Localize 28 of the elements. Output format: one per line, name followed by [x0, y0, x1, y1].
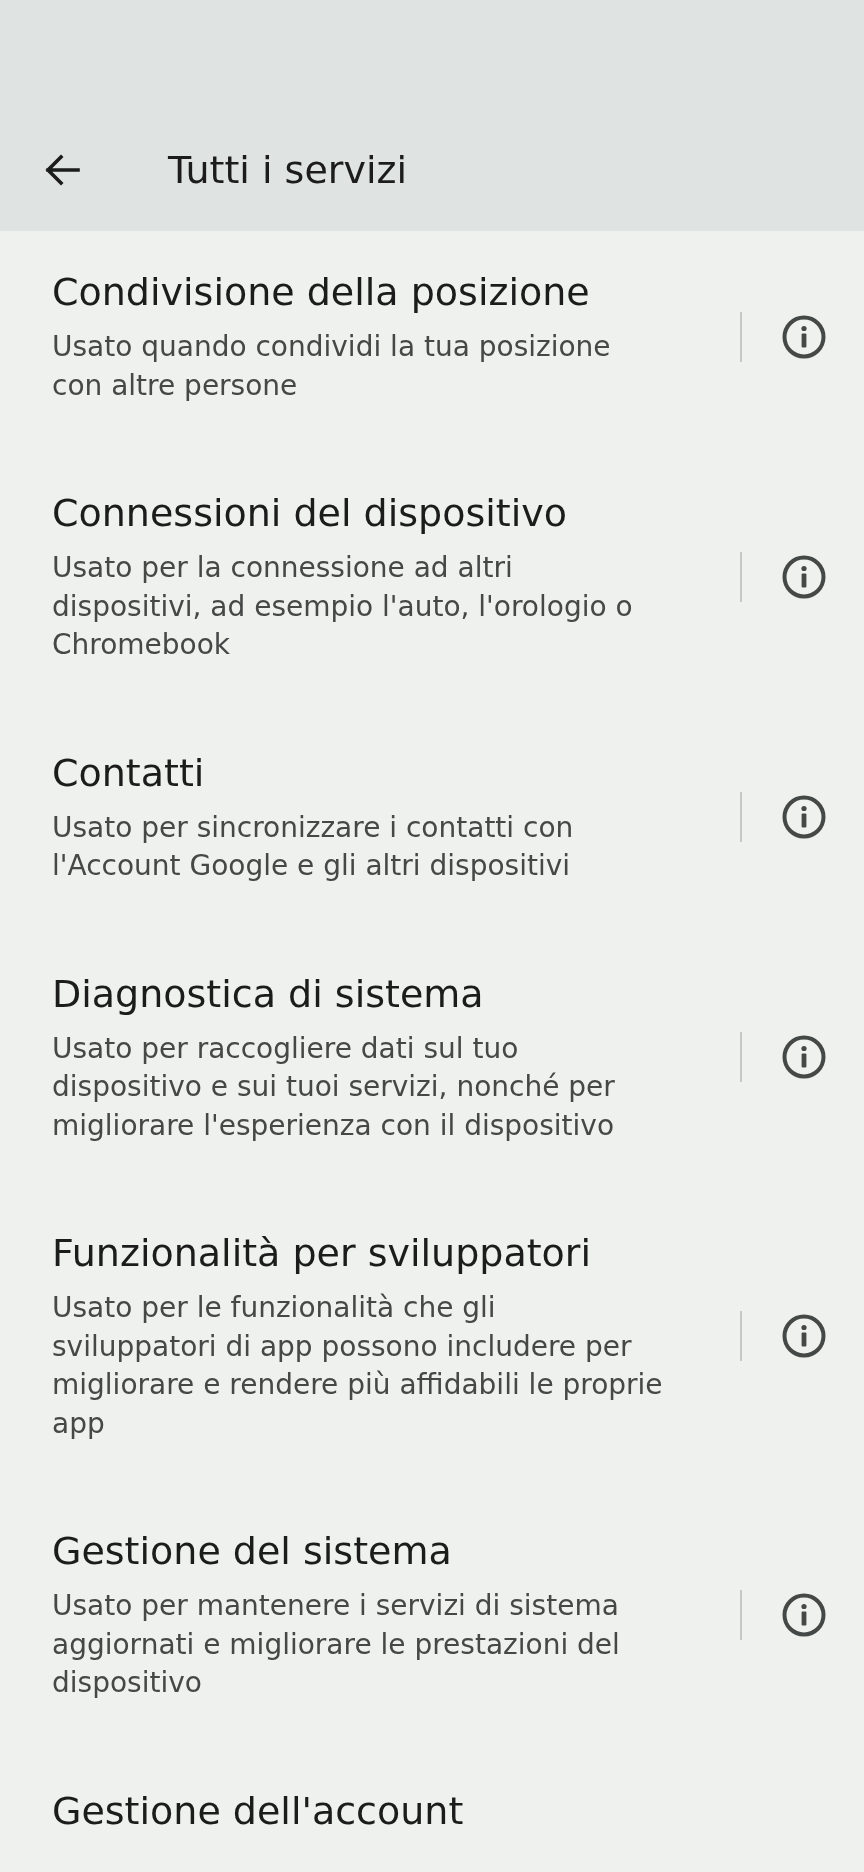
page-title: Tutti i servizi	[168, 147, 407, 194]
service-title: Gestione dell'account	[52, 1787, 464, 1835]
service-row[interactable]: Gestione del sistema Usato per mantenere i servizi di sistema aggiornati e migliorare le prestazioni del dispositivo	[0, 1490, 864, 1750]
service-title: Condivisione della posizione	[52, 269, 590, 316]
service-description: Usato quando condividi la tua posizione con altre persone	[52, 329, 611, 404]
info-icon[interactable]	[782, 314, 826, 359]
service-description: Usato per le funzionalità che gli sviluppatori di app possono includere per migliorare e rendere più affidabili le proprie app	[52, 1290, 663, 1442]
service-title: Gestione del sistema	[52, 1528, 452, 1575]
info-icon[interactable]	[782, 795, 826, 839]
service-row[interactable]: Funzionalità per sviluppatori Usato per le funzionalità che gli sviluppatori di app possono includere per migliorare e rendere più affidabili le proprie app	[0, 1192, 864, 1490]
info-icon[interactable]	[782, 1314, 826, 1358]
info-icon[interactable]	[782, 554, 826, 599]
service-title: Contatti	[52, 749, 205, 797]
info-icon[interactable]	[782, 1035, 826, 1080]
service-description: Usato per mantenere i servizi di sistema aggiornati e migliorare le prestazioni del dispositivo	[52, 1588, 620, 1701]
back-arrow-icon	[44, 154, 80, 186]
service-row[interactable]: Condivisione della posizione Usato quando condividi la tua posizione con altre persone	[0, 231, 864, 452]
service-description: Usato per raccogliere dati sul tuo dispositivo e sui tuoi servizi, nonché per migliorare l'esperienza con il dispositivo	[52, 1030, 615, 1144]
service-row[interactable]: Connessioni del dispositivo Usato per la connessione ad altri dispositivi, ad esempio l'auto, l'orologio o Chromebook	[0, 452, 864, 712]
service-row[interactable]: Gestione dell'account	[0, 1749, 864, 1872]
service-description: Usato per la connessione ad altri dispositivi, ad esempio l'auto, l'orologio o Chromebook	[52, 550, 633, 663]
service-title: Funzionalità per sviluppatori	[52, 1230, 591, 1277]
service-row[interactable]: Contatti Usato per sincronizzare i contatti con l'Account Google e gli altri dispositivi	[0, 711, 864, 933]
service-title: Connessioni del dispositivo	[52, 490, 567, 537]
info-icon[interactable]	[782, 1592, 826, 1637]
service-title: Diagnostica di sistema	[52, 970, 484, 1018]
service-row[interactable]: Diagnostica di sistema Usato per raccogliere dati sul tuo dispositivo e sui tuoi servizi, nonché per migliorare l'esperienza con il dispositivo	[0, 932, 864, 1192]
service-description: Usato per sincronizzare i contatti con l'Account Google e gli altri dispositivi	[52, 809, 574, 884]
